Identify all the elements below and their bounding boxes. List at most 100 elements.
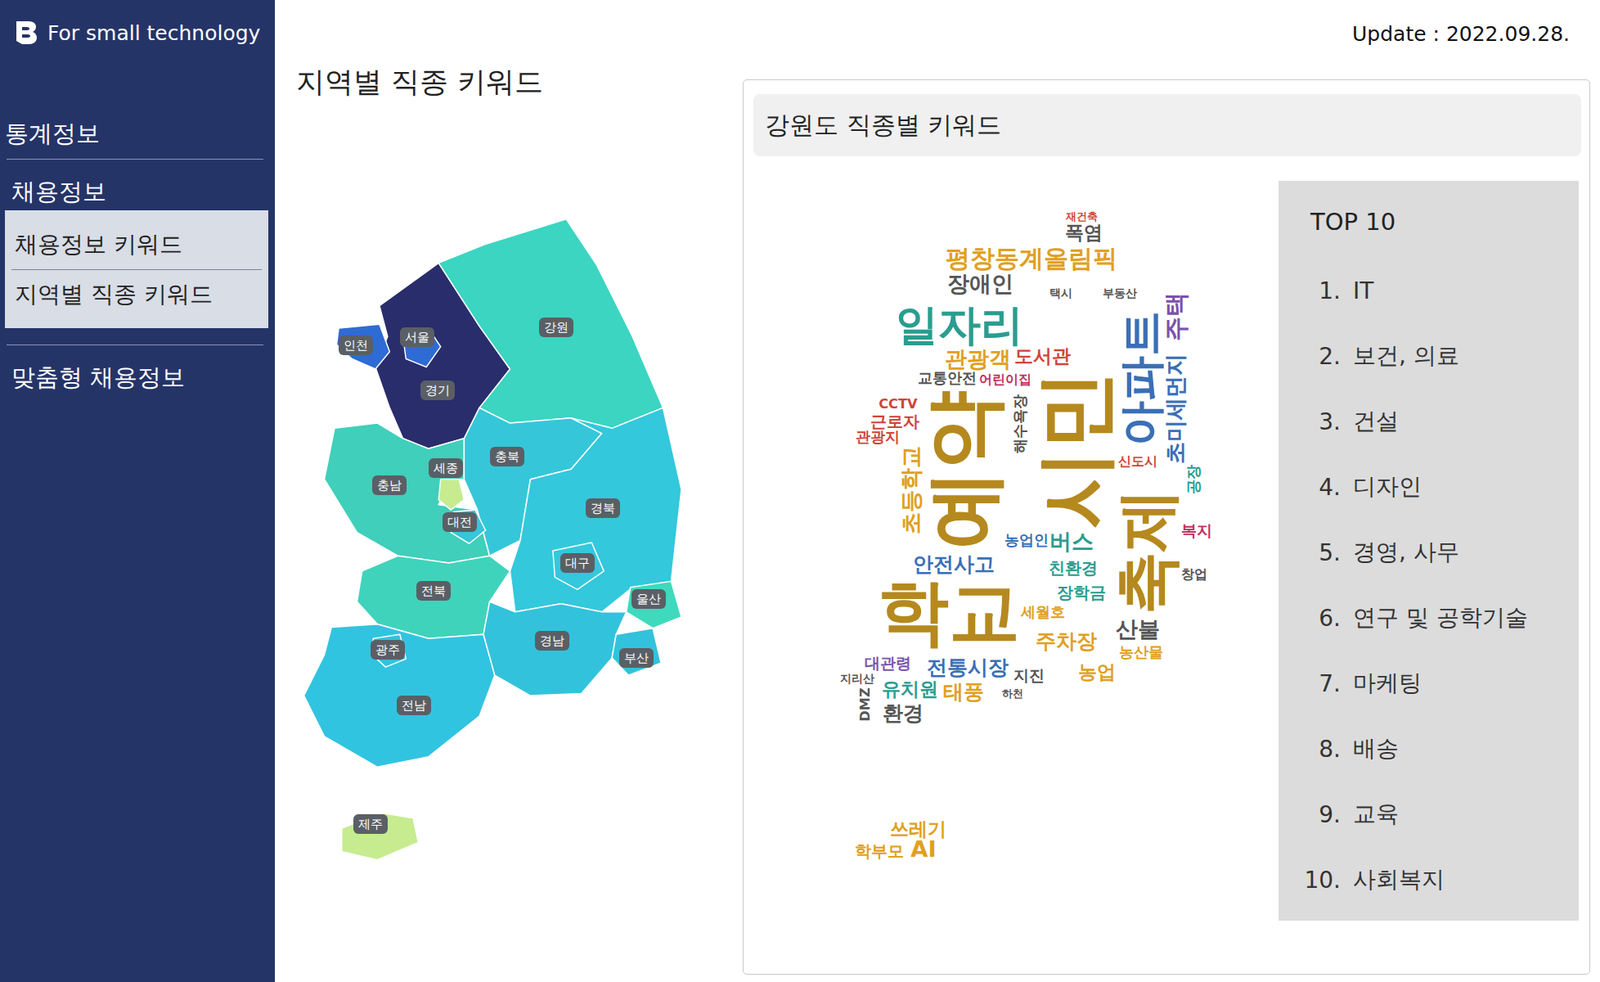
top-item: 4. 디자인 <box>1299 453 1571 520</box>
cloud-word: 일자리 <box>895 302 1024 346</box>
cloud-word: 농산물 <box>1119 646 1164 661</box>
cloud-word: 주택 <box>1164 292 1189 342</box>
cloud-word: 해수욕장 <box>1013 394 1029 454</box>
cloud-word: 버스 <box>1049 530 1094 553</box>
update-date: Update : 2022.09.28. <box>742 0 1591 48</box>
region-label[interactable]: 대전 <box>442 512 477 532</box>
cloud-word: 주차장 <box>1035 630 1097 652</box>
submenu-item[interactable]: 채용정보 키워드 <box>4 220 269 270</box>
region-label[interactable]: 광주 <box>370 639 405 660</box>
cloud-word: 공장 <box>1186 464 1202 495</box>
top-item: 7. 마케팅 <box>1299 650 1571 716</box>
top-item: 5. 경영, 사무 <box>1299 519 1571 585</box>
map-region[interactable] <box>438 479 464 510</box>
job-label: 경영, 사무 <box>1352 536 1460 568</box>
region-label[interactable]: 경북 <box>585 498 621 518</box>
panel-title: 강원도 직종별 키워드 <box>753 94 1582 157</box>
cloud-word: CCTV <box>878 397 917 411</box>
cloud-word: 대관령 <box>864 656 912 672</box>
rank: 3. <box>1299 408 1341 436</box>
top-item: 10.사회복지 <box>1299 846 1571 913</box>
job-label: 사회복지 <box>1352 863 1445 895</box>
rank: 2. <box>1299 342 1341 370</box>
map-region[interactable] <box>341 812 419 859</box>
job-label: 디자인 <box>1352 471 1422 503</box>
cloud-word: 하천 <box>1002 688 1024 700</box>
region-label[interactable]: 충남 <box>372 475 407 495</box>
cloud-word: 신도시 <box>1118 454 1158 468</box>
map-region[interactable] <box>626 580 682 628</box>
cloud-word: 환경 <box>882 701 924 723</box>
region-label[interactable]: 서울 <box>400 327 435 347</box>
logo-icon <box>14 19 38 46</box>
rank: 1. <box>1299 277 1341 305</box>
cloud-word: 택시 <box>1049 287 1073 300</box>
region-label[interactable]: 전남 <box>396 695 432 715</box>
job-label: 마케팅 <box>1352 667 1422 699</box>
logo[interactable]: For small technology <box>0 0 275 108</box>
sidebar: For small technology통계정보채용정보채용정보 키워드지역별 … <box>0 0 275 982</box>
rank: 5. <box>1299 539 1341 567</box>
region-label[interactable]: 경남 <box>534 630 570 651</box>
sidebar-section: 맞춤형 채용정보 <box>6 344 264 403</box>
region-label[interactable]: 제주 <box>353 813 388 834</box>
map-region[interactable] <box>483 601 627 696</box>
cloud-word: AI <box>910 837 936 860</box>
job-label: 보건, 의료 <box>1352 340 1460 372</box>
cloud-word: 폭염 <box>1065 223 1103 243</box>
cloud-word: 시민 <box>1034 369 1115 529</box>
job-label: IT <box>1352 277 1374 305</box>
top-item: 3.건설 <box>1299 388 1571 454</box>
region-label[interactable]: 충북 <box>489 446 525 467</box>
korea-map <box>285 203 735 877</box>
cloud-word: 태풍 <box>943 680 985 702</box>
top-title: TOP 10 <box>1299 205 1571 239</box>
region-map: 서울 인천경기 강원충북세종충남대전 경북대구전북 울산경남부산 광주전남제주 <box>285 203 735 877</box>
cloud-word: 아파트 <box>1118 310 1164 445</box>
map-region[interactable] <box>304 624 495 768</box>
sidebar-item[interactable]: 채용정보 <box>6 159 264 211</box>
region-label[interactable]: 경기 <box>420 380 455 400</box>
region-label[interactable]: 부산 <box>619 647 654 668</box>
region-label[interactable]: 울산 <box>631 588 666 609</box>
keyword-column: Update : 2022.09.28.강원도 직종별 키워드학교시민예약축제일… <box>742 0 1600 982</box>
region-label[interactable]: 세종 <box>428 458 463 478</box>
cloud-word: 친환경 <box>1048 559 1098 576</box>
cloud-word: 창업 <box>1181 567 1208 581</box>
map-region[interactable] <box>611 628 661 675</box>
map-region[interactable] <box>510 407 682 612</box>
keyword-panel: 강원도 직종별 키워드학교시민예약축제일자리아파트평창동계올림픽장애인주택관광객… <box>742 79 1591 975</box>
region-label[interactable]: 인천 <box>338 335 374 356</box>
rank: 8. <box>1299 735 1341 763</box>
sidebar-item[interactable]: 맞춤형 채용정보 <box>6 345 264 403</box>
submenu: 채용정보 키워드지역별 직종 키워드 <box>4 210 269 329</box>
cloud-word: 지리산 <box>840 673 875 685</box>
cloud-word: 유치원 <box>881 679 939 699</box>
cloud-word: 안전사고 <box>912 552 995 574</box>
cloud-word: 교통안전 <box>917 371 977 387</box>
cloud-word: 농업인 <box>1004 533 1049 549</box>
cloud-word: 초미세먼지 <box>1164 353 1187 464</box>
rank: 9. <box>1299 800 1341 828</box>
cloud-word: 학부모 <box>854 842 904 859</box>
page-title: 지역별 직종 키워드 <box>296 63 743 101</box>
cloud-word: 쓰레기 <box>889 819 947 839</box>
region-label[interactable]: 대구 <box>560 552 595 573</box>
cloud-word: 산불 <box>1115 617 1160 640</box>
cloud-word: 지진 <box>1013 667 1045 684</box>
cloud-word: 평창동계올림픽 <box>945 246 1118 271</box>
cloud-word: 관광지 <box>855 430 900 445</box>
submenu-item[interactable]: 지역별 직종 키워드 <box>11 269 262 320</box>
cloud-word: DMZ <box>858 687 872 721</box>
rank: 7. <box>1299 669 1341 697</box>
sidebar-section: 통계정보 <box>0 107 275 159</box>
map-region[interactable] <box>552 542 604 589</box>
map-region[interactable] <box>438 219 663 429</box>
region-label[interactable]: 전북 <box>416 580 451 601</box>
top-item: 8.배송 <box>1299 715 1571 782</box>
map-region[interactable] <box>337 323 391 369</box>
cloud-word: 재건축 <box>1065 211 1098 222</box>
sidebar-item[interactable]: 통계정보 <box>0 107 275 159</box>
region-label[interactable]: 강원 <box>539 317 574 338</box>
rank: 4. <box>1299 473 1341 501</box>
